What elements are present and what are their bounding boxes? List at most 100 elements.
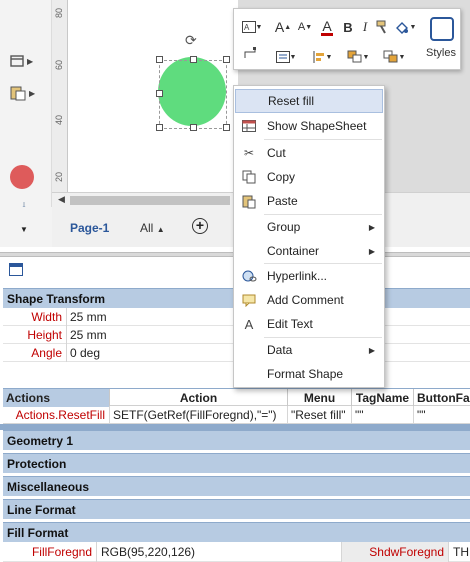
arrange-back-icon [383, 50, 398, 63]
scroll-left-icon[interactable]: ◀ [58, 194, 65, 205]
column-header-buttonface: ButtonFa [417, 391, 470, 405]
cell-name: Actions.ResetFill [3, 406, 110, 424]
shapesheet-icon[interactable] [9, 263, 23, 276]
resize-handle[interactable] [223, 56, 230, 63]
arrange-icon [347, 50, 362, 63]
section-protection[interactable]: Protection [3, 453, 470, 473]
bring-to-front-button[interactable]: ▼ [344, 47, 372, 67]
menu-item-label: Cut [267, 146, 286, 160]
send-to-back-button[interactable]: ▼ [380, 47, 408, 67]
shape-fill-icon [395, 22, 408, 34]
bold-button[interactable]: B [340, 17, 356, 37]
resize-handle[interactable] [156, 56, 163, 63]
paste-stencil-icon[interactable]: ▶ [10, 82, 40, 104]
styles-icon[interactable] [430, 17, 454, 41]
cell-value-buttonface[interactable]: "" [414, 406, 470, 424]
cell-name: Width [3, 308, 67, 326]
scissors-icon: ✂ [243, 146, 255, 160]
submenu-arrow-icon: ▶ [368, 246, 375, 256]
dropdown-arrow-icon: ▼ [398, 53, 406, 61]
context-menu: Reset fill Show ShapeSheet ✂ Cut Copy Pa… [233, 85, 385, 388]
menu-item-copy[interactable]: Copy [235, 165, 383, 189]
menu-item-paste[interactable]: Paste [235, 189, 383, 213]
red-circle-shape[interactable] [10, 165, 34, 189]
cell-value[interactable]: TH [453, 542, 469, 562]
menu-item-label: Paste [267, 194, 298, 208]
menu-item-show-shapesheet[interactable]: Show ShapeSheet [235, 114, 383, 138]
cell-value[interactable]: 25 mm [70, 308, 107, 326]
expand-arrow-icon: ▶ [27, 56, 34, 66]
mini-toolbar: A ▼ A ▲ A ▼ A B I ▼ ▼ ▼ ▼ ▼ Styles [233, 8, 461, 70]
rotate-handle-icon[interactable]: ⟳ [185, 32, 197, 49]
menu-item-label: Data [267, 343, 293, 357]
cell-name: FillForegnd [3, 542, 97, 562]
menu-item-label: Container [267, 244, 320, 258]
grow-font-button[interactable]: A ▲ [274, 17, 292, 37]
menu-item-label: Group [267, 220, 301, 234]
menu-item-label: Add Comment [267, 293, 344, 307]
menu-item-reset-fill[interactable]: Reset fill [235, 89, 383, 113]
shrink-font-button[interactable]: A ▼ [296, 17, 314, 37]
position-icon [313, 51, 324, 63]
menu-item-container[interactable]: Container ▶ [235, 239, 383, 263]
menu-item-label: Edit Text [267, 317, 313, 331]
scroll-thumb[interactable] [70, 196, 230, 205]
menu-item-cut[interactable]: ✂ Cut [235, 141, 383, 165]
resize-handle[interactable] [223, 124, 230, 131]
window-stencil-icon[interactable]: ▶ [10, 50, 40, 72]
tab-page-1[interactable]: Page-1 [70, 221, 109, 235]
connector-button[interactable] [240, 43, 260, 63]
position-button[interactable]: ▼ [310, 47, 334, 67]
dropdown-arrow-icon[interactable]: ▼ [20, 225, 28, 234]
tab-all-pages[interactable]: All ▲ [140, 221, 165, 235]
section-line-format[interactable]: Line Format [3, 499, 470, 519]
resize-handle[interactable] [190, 56, 197, 63]
ruler-tick: 60 [54, 59, 64, 70]
styles-button-label[interactable]: Styles [426, 47, 456, 59]
paintbrush-icon [376, 20, 386, 34]
menu-item-label: Hyperlink... [267, 269, 328, 283]
svg-text:A: A [244, 23, 250, 32]
column-header-menu: Menu [288, 389, 352, 407]
resize-handle[interactable] [156, 124, 163, 131]
actions-row-resetfill[interactable]: Actions.ResetFill SETF(GetRef(FillForegn… [3, 406, 470, 424]
menu-item-label: Copy [267, 170, 296, 184]
window-icon [10, 55, 24, 67]
dropdown-arrow-icon: ▼ [325, 53, 333, 61]
menu-item-data[interactable]: Data ▶ [235, 338, 383, 362]
section-geometry-1[interactable]: Geometry 1 [3, 430, 470, 450]
cell-value-menu[interactable]: "Reset fill" [288, 406, 352, 424]
menu-item-label: Show ShapeSheet [267, 119, 367, 133]
section-fill-format[interactable]: Fill Format [3, 522, 470, 542]
menu-item-group[interactable]: Group ▶ [235, 215, 383, 239]
resize-handle[interactable] [156, 90, 163, 97]
cell-value-tagname[interactable]: "" [352, 406, 414, 424]
cell-value[interactable]: RGB(95,220,126) [101, 542, 195, 562]
cell-value[interactable]: 25 mm [70, 326, 107, 344]
menu-item-hyperlink[interactable]: Hyperlink... [235, 264, 383, 288]
text-box-button[interactable]: A ▼ [240, 17, 264, 37]
section-actions[interactable]: Actions [3, 389, 110, 407]
shrink-font-icon: A [297, 21, 306, 33]
cell-row-fillforegnd[interactable]: FillForegnd RGB(95,220,126) ShdwForegnd … [3, 542, 470, 562]
comment-icon [241, 292, 257, 308]
section-miscellaneous[interactable]: Miscellaneous [3, 476, 470, 496]
align-button[interactable]: ▼ [274, 47, 298, 67]
clipboard-icon [10, 86, 26, 101]
format-painter-button[interactable] [374, 17, 392, 37]
hyperlink-icon [241, 268, 257, 284]
column-header-tagname: TagName [352, 389, 414, 407]
add-page-button[interactable]: + [192, 218, 208, 234]
italic-button[interactable]: I [358, 17, 372, 37]
menu-item-edit-text[interactable]: A Edit Text [235, 312, 383, 336]
selection-box [159, 60, 227, 129]
menu-item-format-shape[interactable]: Format Shape [235, 362, 383, 386]
resize-handle[interactable] [190, 124, 197, 131]
cell-value[interactable]: 0 deg [70, 344, 100, 362]
shape-style-button[interactable]: ▼ [392, 17, 418, 37]
ruler-tick: 80 [54, 7, 64, 18]
font-color-button[interactable]: A [318, 17, 336, 37]
cell-value-action[interactable]: SETF(GetRef(FillForegnd),"=") [110, 406, 288, 424]
menu-item-add-comment[interactable]: Add Comment [235, 288, 383, 312]
caret-up-icon: ▲ [156, 225, 165, 234]
